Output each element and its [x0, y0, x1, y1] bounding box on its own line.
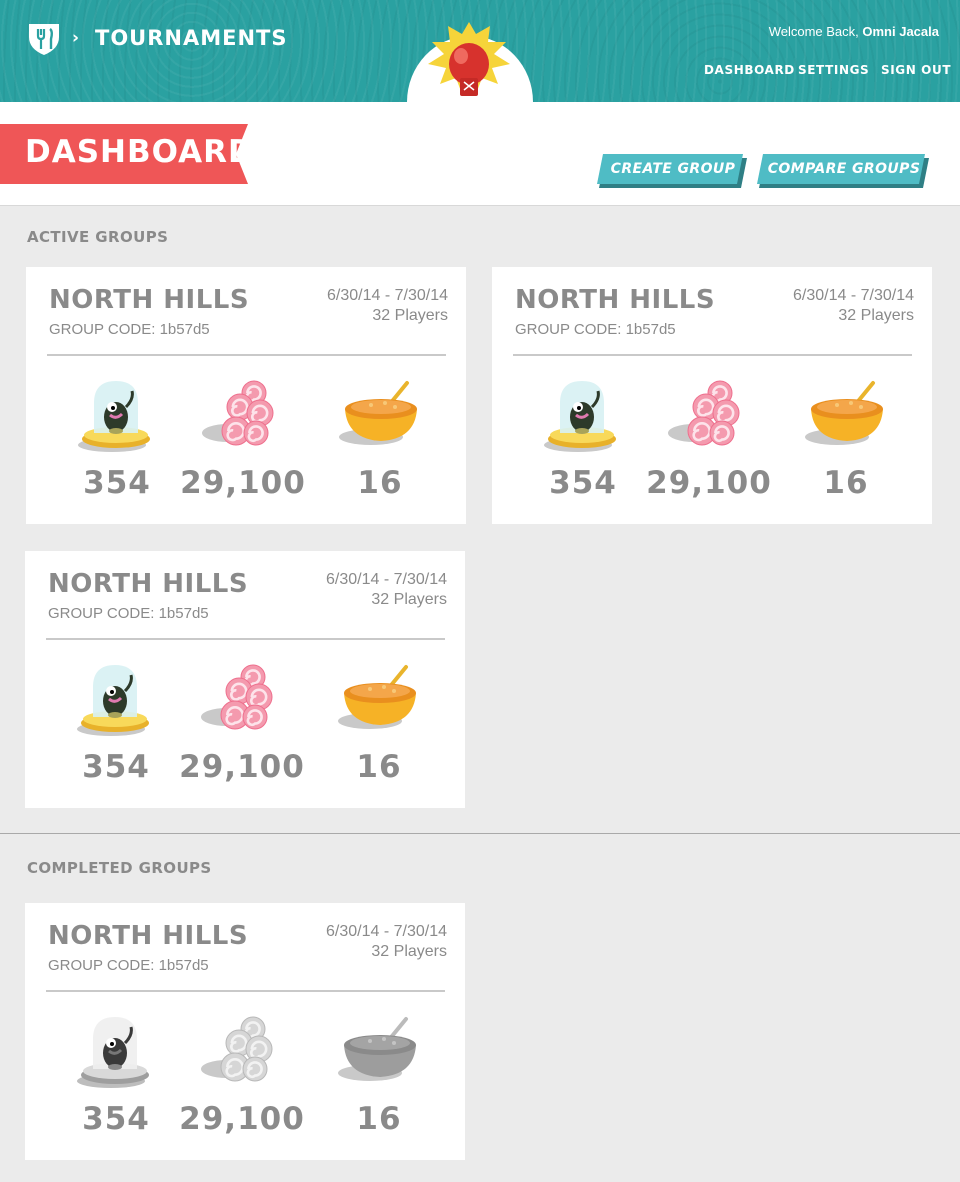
group-players: 32 Players	[371, 591, 447, 608]
page-title: DASHBOARD	[25, 134, 255, 170]
stat-value: 354	[82, 1101, 150, 1137]
stat-value: 16	[356, 1101, 402, 1137]
group-code: GROUP CODE: 1b57d5	[48, 605, 209, 622]
group-players: 32 Players	[838, 307, 914, 324]
group-name: NORTH HILLS	[49, 285, 250, 315]
group-code: GROUP CODE: 1b57d5	[48, 957, 209, 974]
group-code: GROUP CODE: 1b57d5	[515, 321, 676, 338]
card-divider	[513, 354, 912, 356]
group-card[interactable]: NORTH HILLS GROUP CODE: 1b57d5 6/30/14 -…	[25, 903, 465, 1160]
active-groups-heading: ACTIVE GROUPS	[27, 228, 169, 246]
group-dates: 6/30/14 - 7/30/14	[326, 923, 447, 940]
compare-groups-button[interactable]: COMPARE GROUPS	[757, 154, 931, 188]
stat-value: 16	[357, 465, 403, 501]
monster-trophy-icon	[78, 381, 150, 452]
stat-value: 16	[356, 749, 402, 785]
group-players: 32 Players	[371, 943, 447, 960]
nav-settings[interactable]: SETTINGS	[798, 63, 869, 77]
group-dates: 6/30/14 - 7/30/14	[793, 287, 914, 304]
candy-swirl-icon	[201, 664, 273, 730]
top-header: › TOURNAMENTS Welcome Back, Omni Jacala …	[0, 0, 960, 102]
candy-swirl-icon	[202, 380, 274, 446]
group-name: NORTH HILLS	[48, 921, 249, 951]
monster-trophy-icon	[77, 665, 149, 736]
page-title-bar: DASHBOARD CREATE GROUP COMPARE GROUPS	[0, 102, 960, 206]
group-card[interactable]: NORTH HILLS GROUP CODE: 1b57d5 6/30/14 -…	[492, 267, 932, 524]
group-name: NORTH HILLS	[515, 285, 716, 315]
user-name[interactable]: Omni Jacala	[862, 24, 939, 39]
group-dates: 6/30/14 - 7/30/14	[327, 287, 448, 304]
compare-groups-label: COMPARE GROUPS	[767, 161, 921, 177]
bowl-icon	[805, 381, 883, 445]
stat-value: 354	[83, 465, 151, 501]
welcome-message: Welcome Back, Omni Jacala	[769, 24, 939, 39]
group-card[interactable]: NORTH HILLS GROUP CODE: 1b57d5 6/30/14 -…	[25, 551, 465, 808]
candy-swirl-icon	[201, 1016, 273, 1082]
stat-value: 354	[82, 749, 150, 785]
group-card[interactable]: NORTH HILLS GROUP CODE: 1b57d5 6/30/14 -…	[26, 267, 466, 524]
nav-dashboard[interactable]: DASHBOARD	[704, 63, 795, 77]
group-dates: 6/30/14 - 7/30/14	[326, 571, 447, 588]
card-divider	[47, 354, 446, 356]
card-divider	[46, 638, 445, 640]
stat-value: 29,100	[179, 1101, 305, 1137]
breadcrumb-chevron-icon: ›	[72, 28, 80, 48]
card-divider	[46, 990, 445, 992]
stat-value: 29,100	[180, 465, 306, 501]
monster-trophy-icon	[77, 1017, 149, 1088]
section-divider	[0, 833, 960, 834]
create-group-button[interactable]: CREATE GROUP	[597, 154, 749, 188]
stat-value: 29,100	[179, 749, 305, 785]
candy-swirl-icon	[668, 380, 740, 446]
bowl-icon	[339, 381, 417, 445]
boxing-glove-icon	[428, 22, 510, 96]
group-players: 32 Players	[372, 307, 448, 324]
bowl-icon	[338, 665, 416, 729]
completed-groups-heading: COMPLETED GROUPS	[27, 859, 212, 877]
stat-value: 16	[823, 465, 869, 501]
create-group-label: CREATE GROUP	[610, 161, 736, 177]
group-name: NORTH HILLS	[48, 569, 249, 599]
stat-value: 29,100	[646, 465, 772, 501]
group-code: GROUP CODE: 1b57d5	[49, 321, 210, 338]
nav-sign-out[interactable]: SIGN OUT	[881, 63, 951, 77]
shield-utensils-icon[interactable]	[26, 21, 62, 57]
welcome-prefix: Welcome Back,	[768, 24, 863, 39]
app-title[interactable]: TOURNAMENTS	[95, 26, 288, 50]
bowl-icon	[338, 1017, 416, 1081]
stat-value: 354	[549, 465, 617, 501]
monster-trophy-icon	[544, 381, 616, 452]
